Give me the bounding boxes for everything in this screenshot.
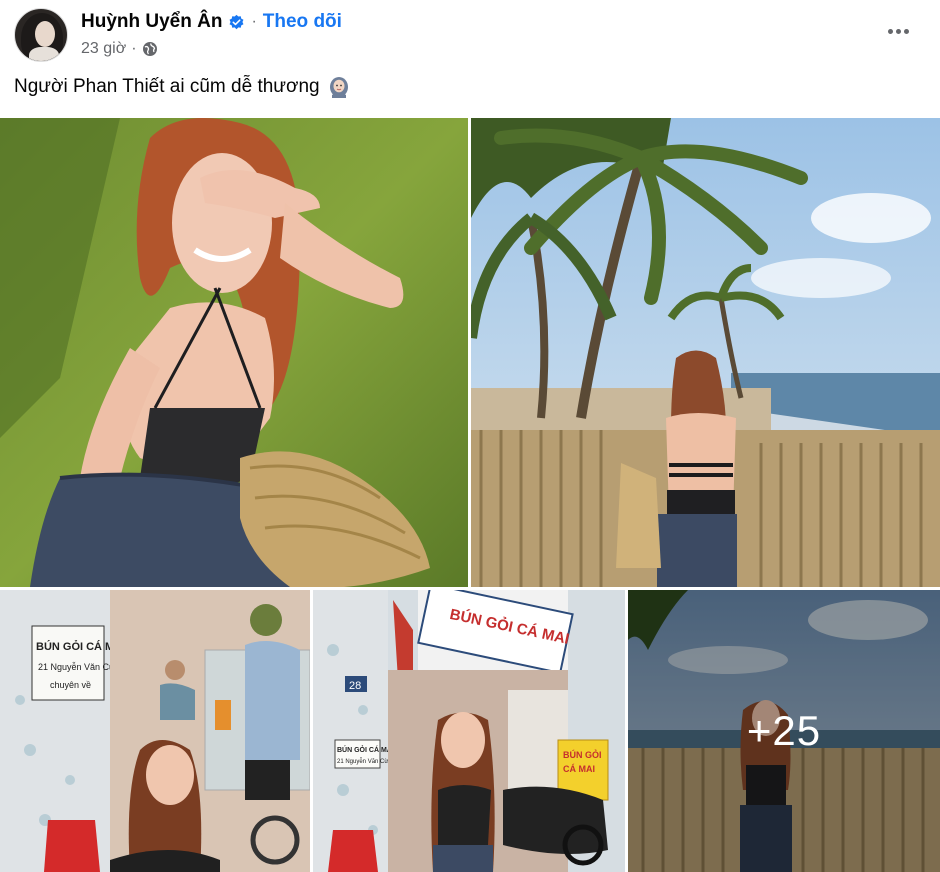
verified-badge-icon	[228, 14, 245, 31]
sign-text: chuyên về	[50, 680, 91, 690]
woman-with-headscarf-emoji-icon	[328, 76, 350, 98]
timestamp[interactable]: 23 giờ	[81, 40, 126, 58]
sign-text: 21 Nguyễn Văn Cừ	[337, 758, 388, 765]
sign-text: 28	[349, 680, 361, 692]
caption-text: Người Phan Thiết ai cũm dễ thương	[14, 76, 320, 97]
sign-text: BÚN GỎI CÁ MAI	[337, 745, 394, 754]
sign-text: 21 Nguyễn Văn Cừ	[38, 662, 115, 672]
post-caption: Người Phan Thiết ai cũm dễ thương	[14, 76, 350, 98]
post-header: Huỳnh Uyển Ân · Theo dõi 23 giờ ·	[0, 0, 940, 70]
separator: ·	[251, 13, 257, 30]
author-row: Huỳnh Uyển Ân · Theo dõi	[81, 10, 342, 34]
sign-text: BÚN GỎI	[563, 749, 602, 760]
photo-1[interactable]	[0, 118, 468, 587]
photo-4[interactable]: BÚN GỎI CÁ MAI 28 BÚN GỎI CÁ MAI 21 Nguy…	[313, 590, 625, 872]
post-meta: 23 giờ ·	[81, 39, 158, 59]
photo-5-more[interactable]: +25	[628, 590, 940, 872]
avatar[interactable]	[14, 8, 68, 62]
sign-text: CÁ MAI	[563, 764, 595, 774]
more-photos-overlay[interactable]: +25	[628, 590, 940, 872]
photo-2[interactable]	[471, 118, 940, 587]
more-options-icon	[887, 28, 893, 34]
photo-3[interactable]: BÚN GỎI CÁ MAI 21 Nguyễn Văn Cừ chuyên v…	[0, 590, 310, 872]
follow-button[interactable]: Theo dõi	[263, 11, 342, 33]
more-options-button[interactable]	[878, 16, 918, 46]
more-photos-count: +25	[746, 707, 822, 754]
author-name[interactable]: Huỳnh Uyển Ân	[81, 11, 222, 33]
globe-icon[interactable]	[142, 41, 158, 57]
meta-separator: ·	[131, 40, 137, 57]
